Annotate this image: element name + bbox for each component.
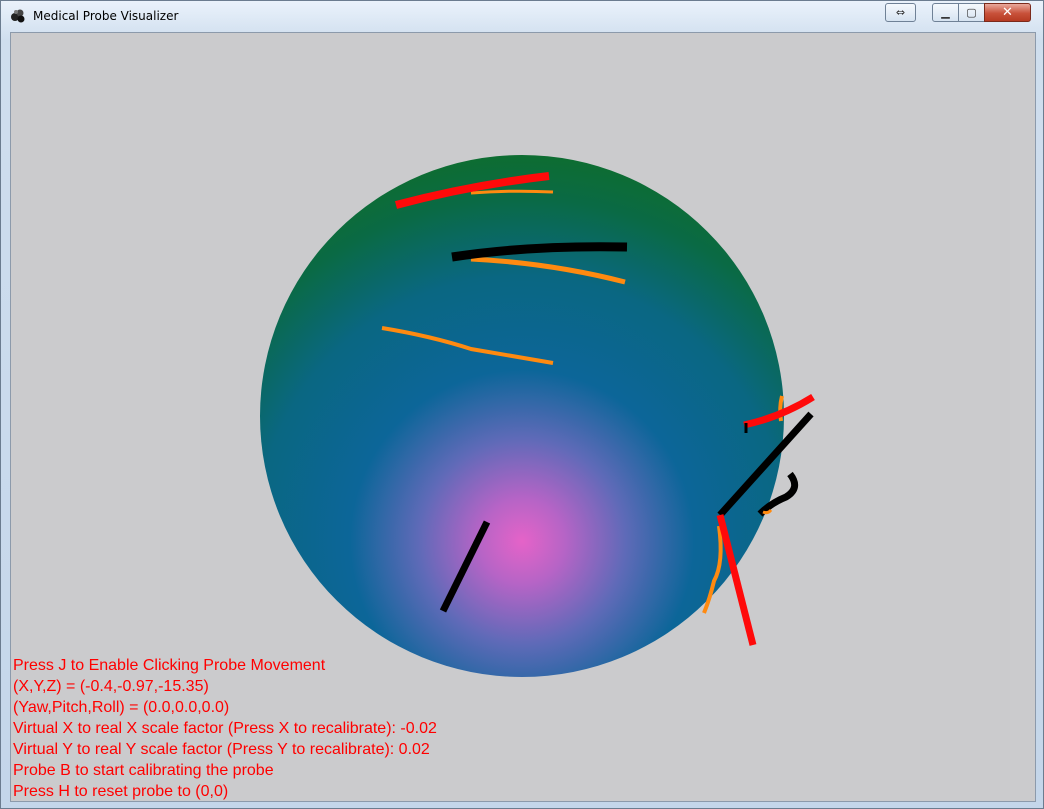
app-window: Medical Probe Visualizer ⇔ ▁ ▢ ✕ Press J… <box>0 0 1044 809</box>
minimize-button[interactable]: ▁ <box>932 3 959 22</box>
hud-instruction-click-mode: Press J to Enable Clicking Probe Movemen… <box>13 657 326 674</box>
hud-x-scale-factor: Virtual X to real X scale factor (Press … <box>13 720 437 737</box>
hud-overlay: Press J to Enable Clicking Probe Movemen… <box>13 655 437 801</box>
render-viewport[interactable]: Press J to Enable Clicking Probe Movemen… <box>10 32 1036 802</box>
hud-orientation-readout: (Yaw,Pitch,Roll) = (0.0,0.0,0.0) <box>13 699 230 716</box>
hud-reset-instruction: Press H to reset probe to (0,0) <box>13 783 229 800</box>
title-bar[interactable]: Medical Probe Visualizer ⇔ ▁ ▢ ✕ <box>1 1 1043 31</box>
hud-y-scale-factor: Virtual Y to real Y scale factor (Press … <box>13 741 430 758</box>
minimize-icon: ▁ <box>941 6 950 19</box>
window-title: Medical Probe Visualizer <box>33 9 179 23</box>
hud-position-readout: (X,Y,Z) = (-0.4,-0.97,-15.35) <box>13 678 209 695</box>
close-icon: ✕ <box>1002 5 1013 20</box>
app-icon <box>11 9 25 23</box>
double-arrow-icon: ⇔ <box>895 6 906 19</box>
close-button[interactable]: ✕ <box>984 3 1031 22</box>
orange-probe-trace <box>470 189 554 195</box>
maximize-button[interactable]: ▢ <box>958 3 985 22</box>
sphere <box>260 155 784 677</box>
hud-calibration-instruction: Probe B to start calibrating the probe <box>13 762 274 779</box>
snap-button[interactable]: ⇔ <box>885 3 916 22</box>
maximize-icon: ▢ <box>966 6 977 19</box>
